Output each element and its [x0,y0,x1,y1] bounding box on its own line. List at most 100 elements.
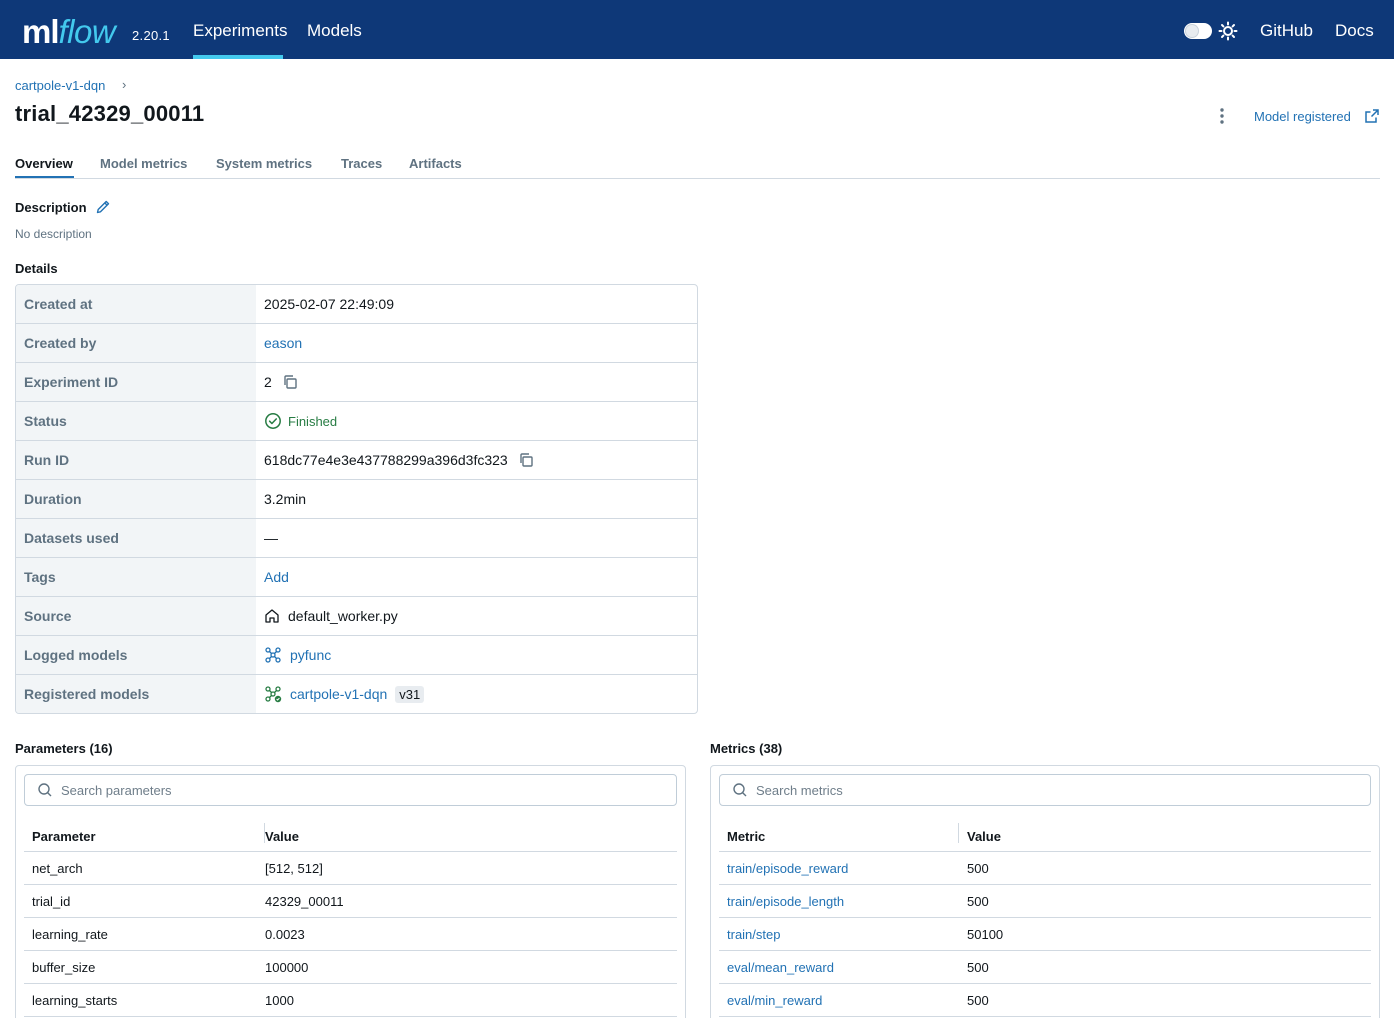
parameters-panel: Search parameters Parameter Value net_ar… [15,765,686,1018]
details-row-run-id: Run ID 618dc77e4e3e437788299a396d3fc323 [16,441,697,480]
description-label: Description [15,200,87,215]
details-key: Tags [16,558,256,596]
metrics-title: Metrics (38) [710,741,783,756]
parameters-search-input[interactable]: Search parameters [24,774,677,806]
tab-model-metrics[interactable]: Model metrics [100,156,187,171]
table-row: train/episode_reward 500 [719,852,1371,885]
source-value[interactable]: default_worker.py [288,608,398,624]
details-key: Created at [16,285,256,323]
column-divider [958,823,959,843]
model-version-badge[interactable]: v31 [395,685,425,703]
experiment-id-value: 2 [264,374,272,390]
param-value: 1000 [265,992,294,1008]
metric-value: 500 [967,959,989,975]
table-row: train/step 50100 [719,918,1371,951]
details-key: Logged models [16,636,256,674]
column-header-metric[interactable]: Metric [727,829,765,844]
table-row: learning_rate 0.0023 [24,918,677,951]
description-value: No description [15,227,92,241]
created-by-link[interactable]: eason [264,335,302,351]
details-key: Datasets used [16,519,256,557]
duration-value: 3.2min [264,491,307,507]
mlflow-logo[interactable]: ml flow [22,7,116,51]
home-icon [265,609,279,623]
search-icon [733,783,747,797]
table-row: eval/min_reward 500 [719,984,1371,1017]
registered-model-icon [265,686,282,703]
metrics-panel: Search metrics Metric Value train/episod… [710,765,1380,1018]
param-name: learning_starts [32,992,118,1008]
active-nav-indicator [193,55,283,59]
metric-link[interactable]: eval/mean_reward [727,960,834,975]
run-id-value: 618dc77e4e3e437788299a396d3fc323 [264,452,508,468]
search-placeholder: Search parameters [61,782,172,798]
tab-traces[interactable]: Traces [341,156,382,171]
column-header-value[interactable]: Value [265,829,299,844]
column-header-parameter[interactable]: Parameter [32,829,96,844]
model-icon [265,647,281,663]
metric-link[interactable]: train/episode_reward [727,861,848,876]
version-label: 2.20.1 [132,28,170,43]
breadcrumb-experiment-link[interactable]: cartpole-v1-dqn [15,78,105,93]
edit-pencil-icon[interactable] [95,199,111,215]
table-row: train/episode_length 500 [719,885,1371,918]
datasets-value: — [264,530,278,546]
details-key: Duration [16,480,256,518]
table-row: buffer_size 100000 [24,951,677,984]
tab-system-metrics[interactable]: System metrics [216,156,312,171]
metric-value: 50100 [967,926,1004,942]
search-placeholder: Search metrics [756,782,843,798]
metric-link[interactable]: eval/min_reward [727,993,822,1008]
tab-artifacts[interactable]: Artifacts [409,156,462,171]
nav-experiments[interactable]: Experiments [193,21,287,41]
details-key: Created by [16,324,256,362]
details-row-created-at: Created at 2025-02-07 22:49:09 [16,285,697,324]
param-name: buffer_size [32,959,96,975]
docs-link[interactable]: Docs [1335,21,1374,41]
table-row: trial_id 42329_00011 [24,885,677,918]
details-row-datasets: Datasets used — [16,519,697,558]
status-badge: Finished [288,413,338,429]
details-row-duration: Duration 3.2min [16,480,697,519]
metrics-search-input[interactable]: Search metrics [719,774,1371,806]
metric-value: 500 [967,992,989,1008]
add-tag-button[interactable]: Add [264,569,289,585]
model-registered-link[interactable]: Model registered [1254,109,1351,124]
tabs-divider [15,178,1380,179]
copy-icon[interactable] [282,374,298,390]
details-row-status: Status Finished [16,402,697,441]
column-divider [264,823,265,843]
metric-link[interactable]: train/step [727,927,780,942]
details-key: Registered models [16,675,256,713]
sun-icon [1218,21,1238,41]
logo-ml-text: ml [22,13,60,50]
metrics-table-header: Metric Value [719,822,1371,852]
top-navigation-bar: ml flow 2.20.1 Experiments Models GitHub … [0,0,1394,59]
details-row-source: Source default_worker.py [16,597,697,636]
param-name: learning_rate [32,926,108,942]
table-row: eval/mean_reward 500 [719,951,1371,984]
registered-model-link[interactable]: cartpole-v1-dqn [290,686,387,702]
column-header-value[interactable]: Value [967,829,1001,844]
metric-value: 500 [967,893,989,909]
details-key: Experiment ID [16,363,256,401]
logged-model-link[interactable]: pyfunc [290,647,331,663]
metric-link[interactable]: train/episode_length [727,894,844,909]
param-name: net_arch [32,860,83,876]
param-name: trial_id [32,893,71,909]
check-circle-icon [265,413,281,429]
more-options-icon[interactable] [1214,106,1230,126]
github-link[interactable]: GitHub [1260,21,1313,41]
table-row: learning_starts 1000 [24,984,677,1017]
logo-flow-text: flow [58,13,116,50]
param-value: 100000 [265,959,309,975]
details-key: Source [16,597,256,635]
nav-models[interactable]: Models [307,21,362,41]
tab-overview[interactable]: Overview [15,156,73,171]
copy-icon[interactable] [518,452,534,468]
search-icon [38,783,52,797]
metric-value: 500 [967,860,989,876]
external-link-icon[interactable] [1364,108,1380,124]
dark-mode-toggle[interactable] [1184,23,1212,39]
toggle-knob [1186,25,1198,37]
